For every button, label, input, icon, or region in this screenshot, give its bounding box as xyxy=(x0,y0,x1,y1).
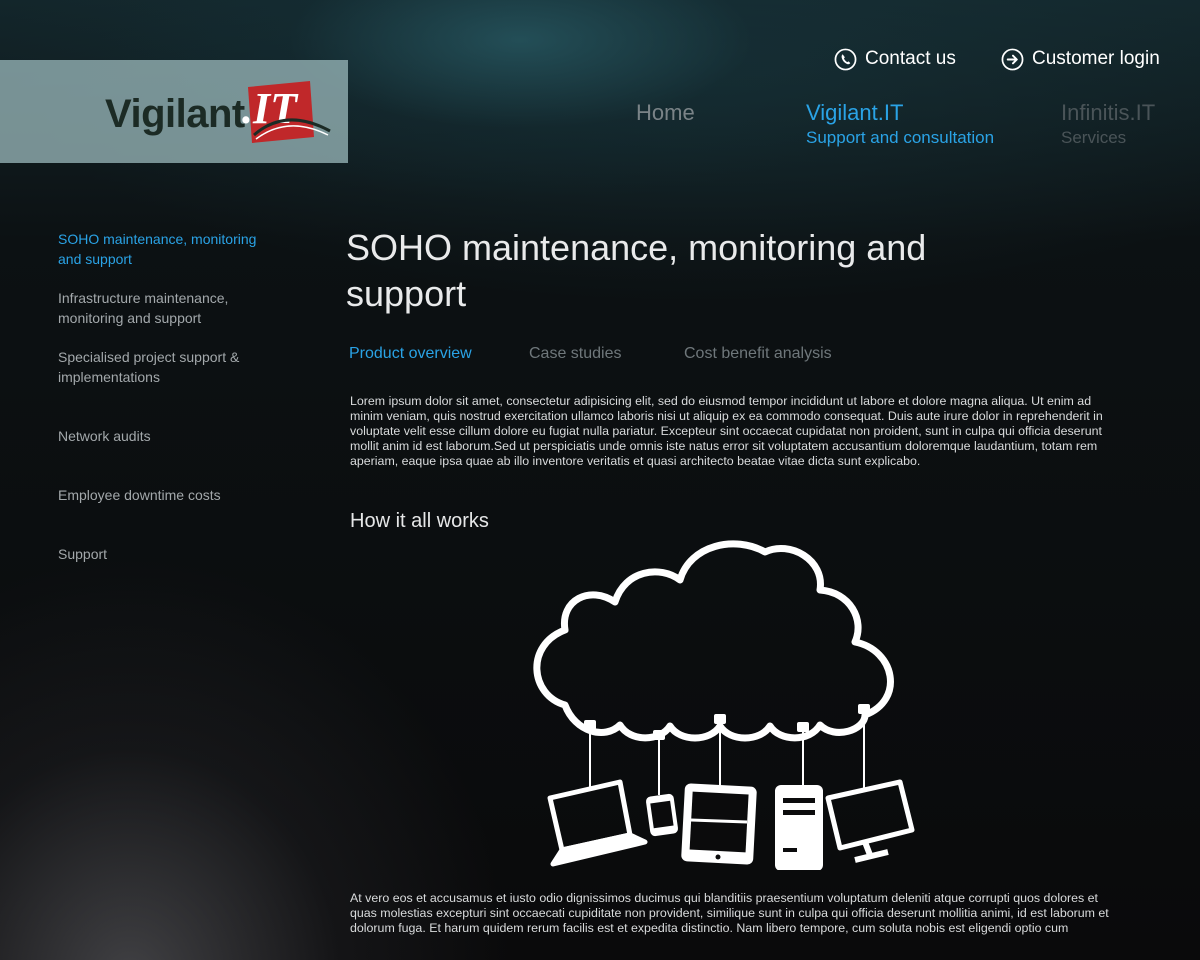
tab-product-overview[interactable]: Product overview xyxy=(349,343,472,365)
cloud-icon xyxy=(533,540,894,742)
tablet-icon xyxy=(681,783,757,865)
nav-item-infinitis-it[interactable]: Infinitis.IT Services xyxy=(1061,100,1155,150)
laptop-icon xyxy=(547,779,648,867)
logo-text[interactable]: Vigilant xyxy=(105,92,245,137)
contact-us-link[interactable]: Contact us xyxy=(834,46,956,72)
sidebar-item-support[interactable]: Support xyxy=(58,544,278,564)
nav-home-title: Home xyxy=(636,100,695,125)
nav-vigilant-subtitle: Support and consultation xyxy=(806,128,995,147)
contact-us-label: Contact us xyxy=(865,48,956,69)
phone-device-icon xyxy=(645,793,679,837)
sidebar-item-infrastructure[interactable]: Infrastructure maintenance, monitoring a… xyxy=(58,288,278,328)
sidebar-item-network-audits[interactable]: Network audits xyxy=(58,426,278,446)
nav-item-vigilant-it[interactable]: Vigilant.IT Support and consultation xyxy=(806,100,994,150)
intro-paragraph: Lorem ipsum dolor sit amet, consectetur … xyxy=(350,394,1103,468)
sidebar-item-employee-downtime[interactable]: Employee downtime costs xyxy=(58,485,278,505)
desktop-tower-icon xyxy=(775,785,823,870)
outro-paragraph: At vero eos et accusamus et iusto odio d… xyxy=(350,891,1109,935)
sidebar-item-specialised-projects[interactable]: Specialised project support & implementa… xyxy=(58,347,278,387)
tab-cost-benefit-analysis[interactable]: Cost benefit analysis xyxy=(684,343,832,365)
section-heading: How it all works xyxy=(350,510,489,532)
logo-mark-icon[interactable]: .IT xyxy=(236,79,332,151)
customer-login-label: Customer login xyxy=(1032,48,1160,69)
cloud-devices-diagram xyxy=(533,540,915,870)
page: Vigilant .IT Contact us Customer login H… xyxy=(0,0,1200,960)
customer-login-link[interactable]: Customer login xyxy=(1001,46,1160,72)
phone-icon xyxy=(834,48,857,70)
page-title: SOHO maintenance, monitoring and support xyxy=(346,227,927,314)
nav-item-home[interactable]: Home xyxy=(636,100,695,126)
tab-case-studies[interactable]: Case studies xyxy=(529,343,622,365)
arrow-circle-right-icon xyxy=(1001,48,1024,70)
monitor-icon xyxy=(825,779,915,863)
nav-infinitis-title: Infinitis.IT xyxy=(1061,100,1156,125)
nav-infinitis-subtitle: Services xyxy=(1061,128,1127,147)
nav-vigilant-title: Vigilant.IT xyxy=(806,100,904,125)
sidebar-item-soho[interactable]: SOHO maintenance, monitoring and support xyxy=(58,229,278,269)
